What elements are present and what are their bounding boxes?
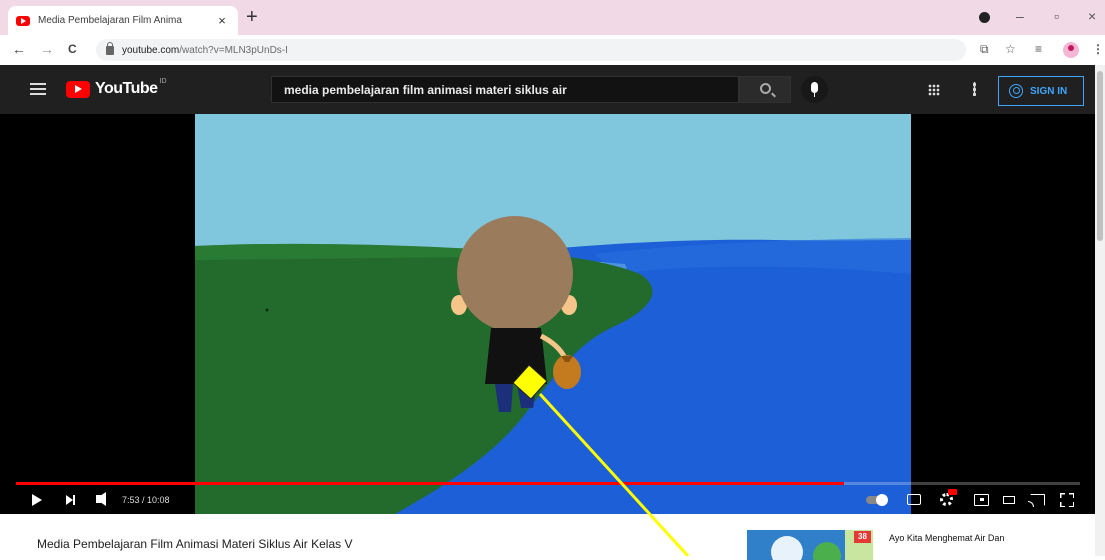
url-text: youtube.com/watch?v=MLN3pUnDs-I	[122, 45, 288, 56]
youtube-play-logo-icon	[66, 80, 90, 98]
play-icon[interactable]	[32, 494, 42, 506]
search-icon	[760, 83, 771, 94]
youtube-favicon-icon	[16, 15, 30, 26]
search-query: media pembelajaran film animasi materi s…	[284, 82, 567, 97]
region-code: ID	[159, 77, 167, 85]
player-controls: 7:53 / 10:08	[0, 488, 1095, 514]
search-input[interactable]: media pembelajaran film animasi materi s…	[271, 76, 739, 103]
scrollbar-thumb[interactable]	[1097, 71, 1103, 241]
kebab-menu-icon[interactable]: ⋮	[1092, 42, 1104, 56]
account-icon	[1009, 84, 1023, 98]
search-button[interactable]	[739, 76, 791, 103]
tab-title: Media Pembelajaran Film Anima	[38, 15, 182, 26]
thumbnail-badge: 38	[854, 531, 871, 543]
recommended-video-title[interactable]: Ayo Kita Menghemat Air Dan	[889, 533, 1004, 543]
tab-close-icon[interactable]: ×	[214, 13, 230, 28]
voice-search-button[interactable]	[801, 76, 828, 103]
subtitles-icon[interactable]	[907, 494, 921, 505]
progress-bar[interactable]	[16, 482, 1080, 485]
restore-button[interactable]: ▫	[1054, 8, 1059, 24]
close-window-button[interactable]: ×	[1088, 8, 1096, 24]
apps-grid-icon[interactable]	[928, 84, 940, 96]
url-path: /watch?v=MLN3pUnDs-I	[179, 44, 288, 56]
address-bar[interactable]: youtube.com/watch?v=MLN3pUnDs-I	[96, 39, 966, 61]
video-title: Media Pembelajaran Film Animasi Materi S…	[37, 537, 353, 551]
new-tab-button[interactable]: +	[246, 7, 258, 27]
video-player[interactable]: 7:53 / 10:08	[0, 114, 1095, 514]
forward-button[interactable]: →	[40, 41, 54, 57]
hd-badge-icon	[948, 489, 957, 495]
reading-list-icon[interactable]: ≡	[1035, 42, 1042, 56]
minimize-button[interactable]: –	[1016, 8, 1024, 24]
youtube-logo[interactable]: YouTube ID	[66, 77, 167, 98]
page-scrollbar[interactable]	[1095, 65, 1105, 556]
volume-icon[interactable]	[96, 492, 106, 506]
translate-icon[interactable]: ⧉	[980, 42, 989, 56]
video-scene-illustration	[195, 114, 911, 514]
profile-icon[interactable]	[1063, 42, 1079, 58]
record-indicator-icon	[979, 12, 990, 23]
browser-tab[interactable]: Media Pembelajaran Film Anima ×	[8, 6, 238, 35]
cast-icon[interactable]	[1028, 494, 1045, 507]
star-icon[interactable]: ☆	[1005, 42, 1016, 56]
url-host: youtube.com	[122, 44, 180, 56]
miniplayer-icon[interactable]	[974, 494, 989, 506]
sign-in-button[interactable]: SIGN IN	[998, 76, 1084, 106]
progress-played	[16, 482, 844, 485]
theater-mode-icon[interactable]	[1003, 496, 1015, 504]
youtube-wordmark: YouTube	[95, 80, 158, 97]
settings-menu-icon[interactable]	[973, 82, 976, 96]
microphone-icon	[811, 82, 818, 97]
reload-button[interactable]: C	[68, 41, 77, 57]
browser-toolbar: ← → C youtube.com/watch?v=MLN3pUnDs-I ⧉ …	[0, 35, 1105, 65]
time-display: 7:53 / 10:08	[122, 495, 170, 505]
sign-in-label: SIGN IN	[1030, 85, 1068, 97]
autoplay-toggle-icon[interactable]	[866, 494, 888, 506]
youtube-header: YouTube ID media pembelajaran film anima…	[0, 65, 1105, 114]
next-video-icon[interactable]	[66, 495, 75, 505]
video-frame[interactable]	[195, 114, 911, 514]
lock-icon	[106, 41, 114, 55]
fullscreen-icon[interactable]	[1060, 493, 1074, 507]
hamburger-menu-icon[interactable]	[30, 83, 46, 95]
browser-tabstrip: Media Pembelajaran Film Anima × + – ▫ ×	[0, 0, 1105, 35]
back-button[interactable]: ←	[12, 41, 26, 57]
